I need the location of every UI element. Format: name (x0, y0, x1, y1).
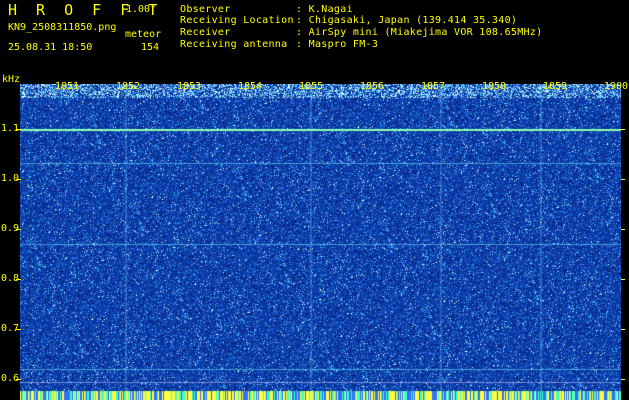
x-tick-label: 1900 (604, 81, 629, 92)
y-tick-mark-right (621, 229, 625, 230)
y-tick-mark (16, 379, 21, 380)
x-tick-label: 1857 (421, 81, 446, 92)
x-tick-label: 1852 (116, 81, 141, 92)
y-tick-mark-right (621, 129, 625, 130)
meteor-count: 154 (141, 42, 160, 53)
y-tick-mark (16, 279, 21, 280)
y-axis-unit: kHz (2, 74, 21, 85)
receiver-value: : AirSpy mini (Miakejima VOR 108.65MHz) (296, 27, 543, 38)
y-tick-mark-right (621, 279, 625, 280)
x-tick-label: 1851 (55, 81, 80, 92)
y-tick-mark-right (621, 329, 625, 330)
datetime-label: 25.08.31 18:50 (8, 42, 93, 53)
x-tick-label: 1859 (543, 81, 568, 92)
spectrogram-canvas (20, 84, 621, 400)
y-tick-mark (16, 229, 21, 230)
location-key: Receiving Location (180, 15, 294, 26)
x-tick-label: 1858 (482, 81, 507, 92)
filename-label: KN9_2508311850.png (8, 22, 117, 33)
receiver-key: Receiver (180, 27, 231, 38)
x-tick-label: 1854 (238, 81, 263, 92)
version-label: 1.00f (126, 4, 157, 15)
x-tick-label: 1855 (299, 81, 324, 92)
y-tick-mark (16, 179, 21, 180)
y-tick-mark-right (621, 179, 625, 180)
spectrogram (20, 84, 621, 400)
y-tick-mark (16, 129, 21, 130)
location-value: : Chigasaki, Japan (139.414 35.340) (296, 15, 518, 26)
meteor-label: meteor (125, 29, 162, 40)
y-tick-mark-right (621, 379, 625, 380)
header-panel: H R O F F T 1.00f KN9_2508311850.png met… (0, 0, 629, 74)
y-tick-mark (16, 329, 21, 330)
antenna-value: : Maspro FM-3 (296, 39, 379, 50)
x-tick-label: 1853 (177, 81, 202, 92)
x-tick-label: 1856 (360, 81, 385, 92)
antenna-key: Receiving antenna (180, 39, 288, 50)
